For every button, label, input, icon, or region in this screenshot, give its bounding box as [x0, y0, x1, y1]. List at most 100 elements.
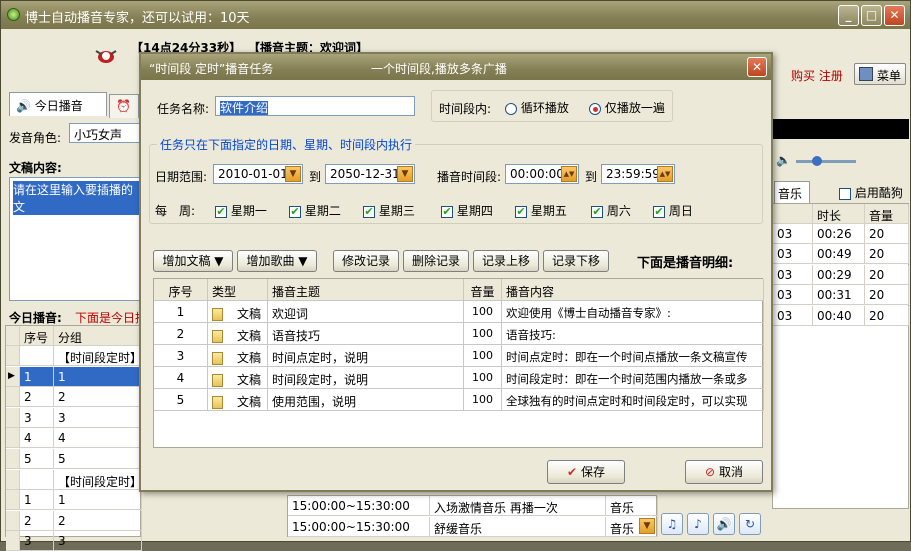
move-up-button[interactable]: 记录上移: [473, 250, 539, 272]
detail-row-content[interactable]: 欢迎使用《博士自动播音专家》:: [502, 301, 764, 323]
bottom-row-time[interactable]: 15:00:00~15:30:00: [288, 517, 430, 537]
content-textarea[interactable]: 请在这里输入要插播的文: [9, 177, 141, 301]
bottom-row-content[interactable]: 舒缓音乐: [430, 517, 606, 537]
calendar-dropdown-icon[interactable]: ▼: [285, 166, 301, 182]
music-row-partial[interactable]: 03: [773, 244, 813, 265]
detail-row-volume[interactable]: 100: [464, 389, 502, 411]
table-row-no[interactable]: [20, 346, 54, 366]
date-to-input[interactable]: 2050-12-31 ▼: [325, 164, 415, 184]
detail-row-content[interactable]: 时间段定时：即在一个时间范围内播放一条或多: [502, 367, 764, 389]
detail-row-no[interactable]: 1: [154, 301, 208, 323]
table-row-no[interactable]: 4: [20, 428, 54, 449]
weekday-checkbox[interactable]: ✔ 星期二: [289, 202, 341, 219]
music-row-partial[interactable]: 03: [773, 224, 813, 244]
music-row-duration[interactable]: 00:26: [813, 224, 865, 244]
menu-button[interactable]: 菜单: [854, 63, 906, 85]
close-button[interactable]: ✕: [884, 5, 905, 26]
music-row-partial[interactable]: 03: [773, 285, 813, 306]
task-name-input[interactable]: 软件介绍: [215, 96, 415, 116]
register-link[interactable]: 注册: [819, 69, 843, 83]
date-from-input[interactable]: 2010-01-01 ▼: [213, 164, 303, 184]
detail-row-no[interactable]: 2: [154, 323, 208, 345]
dialog-close-button[interactable]: ✕: [747, 57, 767, 77]
buy-link[interactable]: 购买: [791, 69, 815, 83]
table-row-group[interactable]: 1: [54, 490, 142, 511]
detail-row-type[interactable]: 文稿: [208, 389, 268, 411]
table-row-group[interactable]: 1: [54, 366, 142, 387]
delete-record-button[interactable]: 删除记录: [403, 250, 469, 272]
weekday-checkbox[interactable]: ✔ 星期三: [363, 202, 415, 219]
time-spin-icon[interactable]: ▲▼: [561, 166, 577, 182]
detail-row-content[interactable]: 语音技巧:: [502, 323, 764, 345]
table-row-no[interactable]: 1: [20, 490, 54, 511]
table-row-group[interactable]: 2: [54, 387, 142, 408]
table-row-no[interactable]: 3: [20, 531, 54, 551]
add-song-button[interactable]: 增加歌曲 ▼: [237, 250, 317, 272]
table-row-group[interactable]: 3: [54, 531, 142, 551]
volume-slider[interactable]: 🔈: [772, 151, 909, 171]
detail-row-content[interactable]: 时间点定时：即在一个时间点播放一条文稿宣传: [502, 345, 764, 367]
table-row-group[interactable]: 2: [54, 510, 142, 531]
music-row-duration[interactable]: 00:31: [813, 285, 865, 306]
table-row-no[interactable]: [20, 469, 54, 490]
table-row-group[interactable]: 【时间段定时】: [54, 469, 142, 490]
save-button[interactable]: ✔ 保存: [547, 460, 625, 484]
table-row-no[interactable]: 2: [20, 510, 54, 531]
bottom-row-type[interactable]: 音乐: [606, 496, 658, 516]
detail-row-topic[interactable]: 欢迎词: [268, 301, 464, 323]
detail-row-type[interactable]: 文稿: [208, 345, 268, 367]
dropdown-icon[interactable]: ▼: [639, 517, 655, 534]
weekday-checkbox[interactable]: ✔ 星期四: [441, 202, 493, 219]
time-to-input[interactable]: 23:59:59 ▲▼: [601, 164, 675, 184]
detail-row-no[interactable]: 3: [154, 345, 208, 367]
table-row-group[interactable]: 3: [54, 407, 142, 428]
detail-row-content[interactable]: 全球独有的时间点定时和时间段定时，可以实现: [502, 389, 764, 411]
music-row-duration[interactable]: 00:49: [813, 244, 865, 265]
detail-row-no[interactable]: 4: [154, 367, 208, 389]
edit-record-button[interactable]: 修改记录: [333, 250, 399, 272]
add-music-icon[interactable]: ♫: [661, 513, 683, 535]
music-row-volume[interactable]: 20: [865, 244, 909, 265]
music-row-volume[interactable]: 20: [865, 285, 909, 306]
maximize-button[interactable]: □: [861, 5, 882, 26]
cool-checkbox[interactable]: 启用酷狗: [839, 184, 903, 201]
music-row-duration[interactable]: 00:29: [813, 264, 865, 285]
detail-row-type[interactable]: 文稿: [208, 367, 268, 389]
detail-row-volume[interactable]: 100: [464, 367, 502, 389]
tab-music[interactable]: 音乐: [774, 181, 810, 205]
cancel-button[interactable]: ⊘ 取消: [685, 460, 763, 484]
table-row-group[interactable]: 【时间段定时】: [54, 346, 142, 366]
music-row-volume[interactable]: 20: [865, 264, 909, 285]
bottom-row-time[interactable]: 15:00:00~15:30:00: [288, 496, 430, 516]
music-row-volume[interactable]: 20: [865, 224, 909, 244]
weekday-checkbox[interactable]: ✔ 周日: [653, 202, 693, 219]
detail-row-topic[interactable]: 时间点定时，说明: [268, 345, 464, 367]
detail-row-volume[interactable]: 100: [464, 345, 502, 367]
detail-row-topic[interactable]: 语音技巧: [268, 323, 464, 345]
detail-row-topic[interactable]: 使用范围，说明: [268, 389, 464, 411]
weekday-checkbox[interactable]: ✔ 星期一: [215, 202, 267, 219]
once-radio[interactable]: 仅播放一遍: [589, 99, 665, 116]
detail-row-type[interactable]: 文稿: [208, 323, 268, 345]
music-row-volume[interactable]: 20: [865, 305, 909, 326]
time-spin-icon[interactable]: ▲▼: [657, 166, 673, 182]
detail-row-type[interactable]: 文稿: [208, 301, 268, 323]
tab-timer[interactable]: ⏰: [109, 94, 139, 118]
detail-row-volume[interactable]: 100: [464, 301, 502, 323]
time-from-input[interactable]: 00:00:00 ▲▼: [505, 164, 579, 184]
weekday-checkbox[interactable]: ✔ 周六: [591, 202, 631, 219]
music-row-duration[interactable]: 00:40: [813, 305, 865, 326]
refresh-icon[interactable]: ↻: [739, 513, 761, 535]
slider-thumb[interactable]: [812, 156, 822, 166]
table-row-group[interactable]: 4: [54, 428, 142, 449]
music-row-partial[interactable]: 03: [773, 305, 813, 326]
tab-today[interactable]: 🔊 今日播音: [9, 92, 107, 116]
remove-music-icon[interactable]: ♪: [687, 513, 709, 535]
loop-radio[interactable]: 循环播放: [505, 99, 569, 116]
table-row-no[interactable]: 5: [20, 449, 54, 469]
table-row-no[interactable]: 3: [20, 407, 54, 428]
weekday-checkbox[interactable]: ✔ 星期五: [515, 202, 567, 219]
detail-row-volume[interactable]: 100: [464, 323, 502, 345]
table-row-no[interactable]: 1: [20, 366, 54, 387]
minimize-button[interactable]: _: [838, 5, 859, 26]
